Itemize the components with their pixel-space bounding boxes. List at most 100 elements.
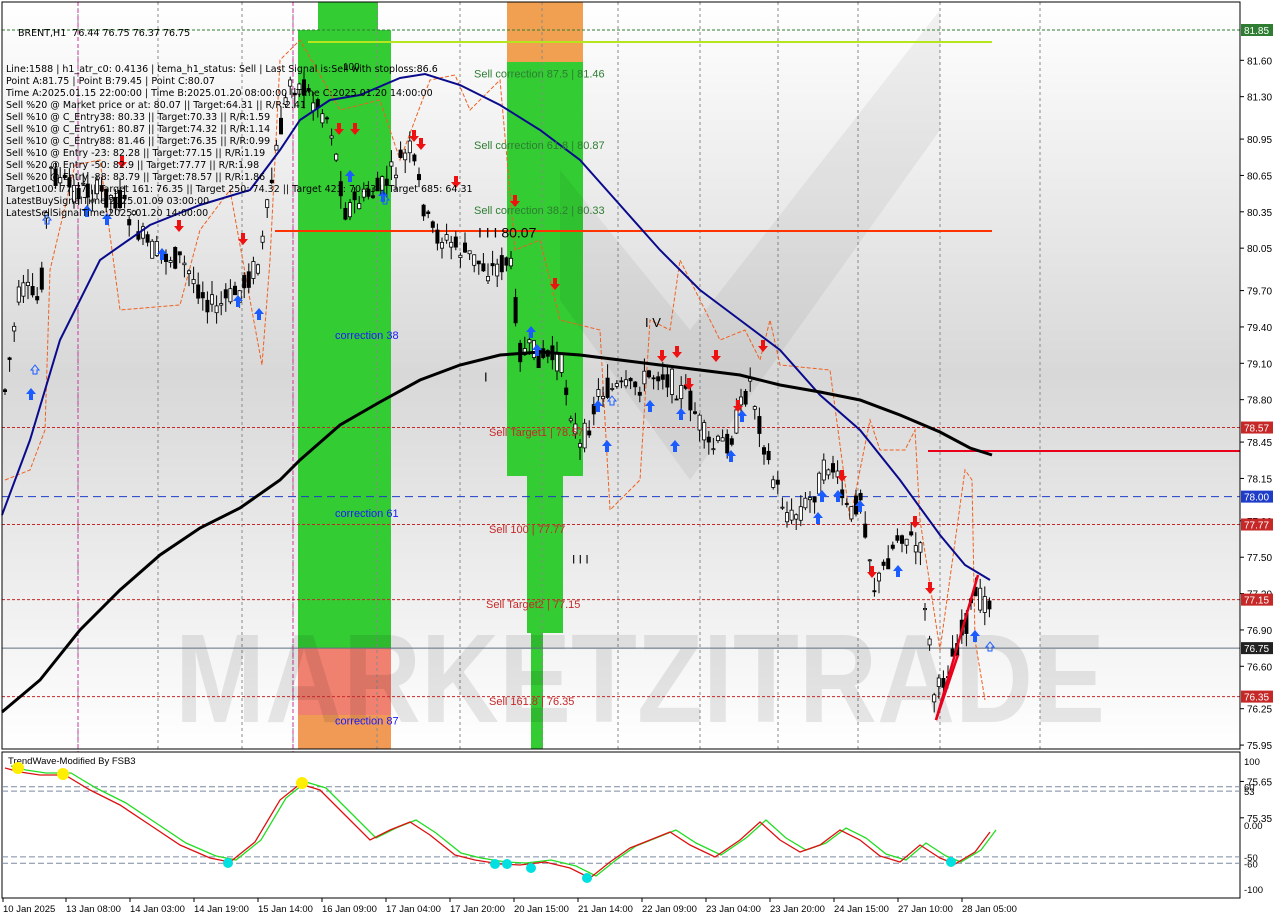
candle-body [660,374,665,380]
candle [582,418,587,453]
time-tick-label: 27 Jan 10:00 [898,904,953,915]
price-tick-label: 80.95 [1247,135,1272,146]
time-tick-label: 15 Jan 14:00 [258,904,313,915]
candle-body [127,219,132,226]
chart-label: I I I 80.07 [478,224,537,240]
candle-body [720,437,725,442]
candle-body [642,370,647,385]
time-tick-label: 14 Jan 19:00 [194,904,249,915]
time-tick-label: 20 Jan 15:00 [514,904,569,915]
candle-body [490,263,495,267]
candle-body [734,409,739,434]
price-tick-label: 77.50 [1247,553,1272,564]
candle-body [186,270,191,274]
candle-body [251,261,256,279]
indicator-title: TrendWave-Modified By FSB3 [8,756,136,767]
candle-body [656,376,661,382]
candle-body [587,430,592,436]
candle-body [881,561,886,566]
price-tick-label: 78.80 [1247,396,1272,407]
candle [743,389,748,407]
time-tick-label: 28 Jan 05:00 [962,904,1017,915]
candle-body [812,496,817,503]
candle-body [775,479,780,485]
price-marker: 78.57 [1241,421,1273,435]
candle-body [637,391,642,396]
candle-body [21,282,26,297]
candle-body [628,378,633,382]
candle-body [214,305,219,314]
candle-body [817,472,822,495]
info-line: Sell %10 @ C_Entry38: 80.33 || Target:70… [6,112,271,123]
chart-label: Sell Target2 | 77.15 [486,599,580,611]
candle-body [605,377,610,398]
candle-body [578,443,583,448]
candle-body [30,286,35,296]
candle-body [145,234,150,243]
indicator-dot-cyan [946,857,956,867]
price-tick-label: 78.15 [1247,474,1272,485]
candle-body [923,608,928,611]
candle-body [918,542,923,553]
candle-body [679,385,684,400]
chart-label: correction 38 [335,330,399,342]
candle-body [743,390,748,405]
candle-body [941,678,946,688]
price-tick-label: 75.95 [1247,741,1272,752]
time-tick-label: 16 Jan 09:00 [322,904,377,915]
candle-body [508,257,513,267]
chart-label: I V [645,315,661,330]
info-line: Sell %20 @ Market price or at: 80.07 || … [6,100,307,111]
candle-body [867,559,872,562]
candle-body [601,396,606,400]
indicator-tick-label: -60 [1244,859,1258,870]
candle-body [527,339,532,344]
price-marker-label: 76.75 [1244,644,1269,655]
price-tick-label: 79.70 [1247,287,1272,298]
symbol-line: BRENT,H1 76.44 76.75 76.37 76.75 [18,28,191,39]
candle-body [711,448,716,451]
candle-body [913,545,918,553]
candle-body [462,242,467,253]
chart-label: correction 61 [335,508,399,520]
candle-body [467,250,472,255]
indicator-tick-label: 53 [1244,787,1255,798]
time-tick-label: 13 Jan 08:00 [66,904,121,915]
candle-body [624,379,629,387]
candle-body [932,694,937,703]
price-marker: 76.75 [1241,642,1273,655]
candle-body [886,558,891,570]
indicator-dot-yellow [57,768,69,780]
candle-body [808,497,813,501]
candle-body [200,292,205,299]
time-tick-label: 23 Jan 04:00 [706,904,761,915]
candle-body [472,254,477,266]
candle-body [444,234,449,241]
chart-label: Sell 100 | 77.77 [489,524,565,536]
candle [173,246,178,270]
price-tick-label: 81.30 [1247,93,1272,104]
candle-body [458,254,463,258]
candle-body [559,354,564,373]
indicator-dot-cyan [490,859,500,869]
price-marker: 77.77 [1241,518,1273,531]
candle-body [716,435,721,442]
indicator-pane-bg [1,751,1241,899]
candle-body [771,479,776,488]
candle-body [555,353,560,372]
price-marker-label: 76.35 [1244,693,1269,704]
info-line: Target100: 77.77 || Target 161: 76.35 ||… [6,184,473,195]
indicator-tick-label: 0.00 [1244,821,1263,832]
price-marker-label: 77.77 [1244,520,1269,531]
candle-body [564,387,569,396]
chart-label: Sell 161.8 | 76.35 [489,696,574,708]
price-tick-label: 81.60 [1247,56,1272,67]
price-marker-label: 77.15 [1244,596,1269,607]
time-tick-label: 14 Jan 03:00 [130,904,185,915]
candle-body [168,260,173,263]
price-marker-label: 81.85 [1244,26,1269,37]
candle-body [674,398,679,401]
candle-body [246,271,251,288]
chart-label: Sell Target1 | 78.57 [489,427,583,439]
candle-body [476,260,481,265]
